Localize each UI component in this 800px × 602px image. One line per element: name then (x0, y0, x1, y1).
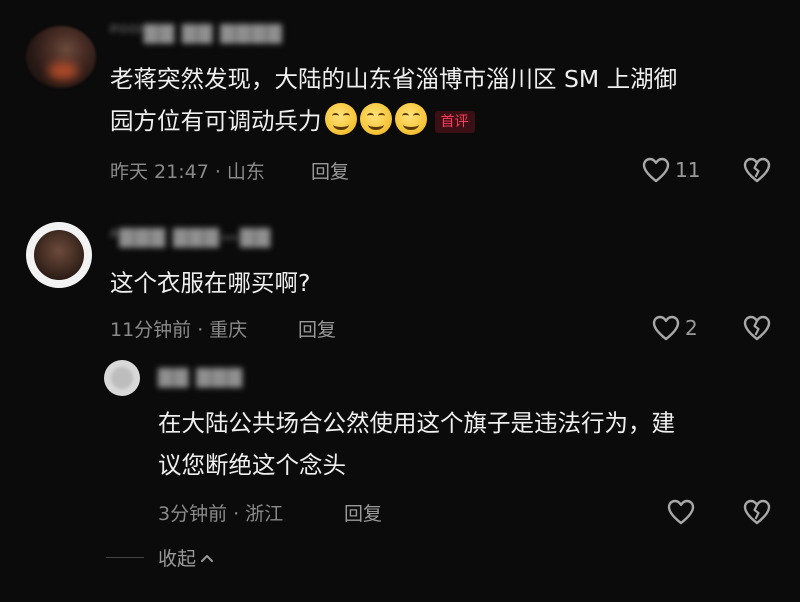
like-button[interactable]: 11 (641, 156, 700, 184)
reply-button[interactable]: 回复 (298, 315, 336, 342)
username[interactable]: ᴬ▇▇▇ ▇▇▇—▇▇ (110, 226, 271, 248)
avatar[interactable] (26, 26, 96, 88)
comment-text-line: 在大陆公共场合公然使用这个旗子是违法行为，建 (158, 409, 675, 437)
time-location: 11分钟前 · 重庆 (110, 319, 248, 341)
avatar[interactable] (26, 222, 92, 288)
comment-text[interactable]: 老蒋突然发现，大陆的山东省淄博市淄川区 SM 上湖御 园方位有可调动兵力 首评 (110, 58, 677, 142)
comment-text-line: 园方位有可调动兵力 (110, 107, 322, 135)
time-location: 3分钟前 · 浙江 (158, 503, 284, 525)
username[interactable]: ▇▇ ▇▇▇ (158, 366, 243, 388)
broken-heart-icon[interactable] (742, 156, 772, 184)
collapse-replies-button[interactable]: 收起 (158, 544, 214, 571)
divider (106, 557, 144, 558)
broken-heart-icon[interactable] (742, 314, 772, 342)
comment-text-line-2: 园方位有可调动兵力 首评 (110, 100, 677, 142)
broken-heart-icon[interactable] (742, 498, 772, 526)
comment-text-line: 老蒋突然发现，大陆的山东省淄博市淄川区 SM 上湖御 (110, 65, 678, 93)
collapse-label: 收起 (158, 548, 197, 570)
username[interactable]: ᴾᴼᴼᴵ▇▇ ▇▇ ▇▇▇▇ (110, 22, 283, 44)
like-button[interactable] (666, 498, 700, 526)
avatar[interactable] (104, 360, 140, 396)
comment-thread: ᴾᴼᴼᴵ▇▇ ▇▇ ▇▇▇▇ 老蒋突然发现，大陆的山东省淄博市淄川区 SM 上湖… (0, 0, 800, 602)
chevron-up-icon (200, 553, 214, 563)
like-count: 11 (675, 158, 701, 182)
comment-text[interactable]: 这个衣服在哪买啊? (110, 262, 310, 304)
grinning-face-emoji-icon (324, 103, 357, 135)
heart-icon (666, 498, 696, 526)
like-count: 2 (685, 316, 698, 340)
comment-text[interactable]: 在大陆公共场合公然使用这个旗子是违法行为，建 议您断绝这个念头 (158, 402, 675, 486)
time-location: 昨天 21:47 · 山东 (110, 161, 265, 183)
heart-icon (641, 156, 671, 184)
reply-button[interactable]: 回复 (344, 499, 382, 526)
like-button[interactable]: 2 (651, 314, 698, 342)
reply-button[interactable]: 回复 (311, 157, 349, 184)
first-comment-badge: 首评 (434, 111, 475, 133)
comment-text-line: 议您断绝这个念头 (158, 451, 346, 479)
grinning-face-emoji-icon (394, 103, 427, 135)
heart-icon (651, 314, 681, 342)
grinning-face-emoji-icon (359, 103, 392, 135)
